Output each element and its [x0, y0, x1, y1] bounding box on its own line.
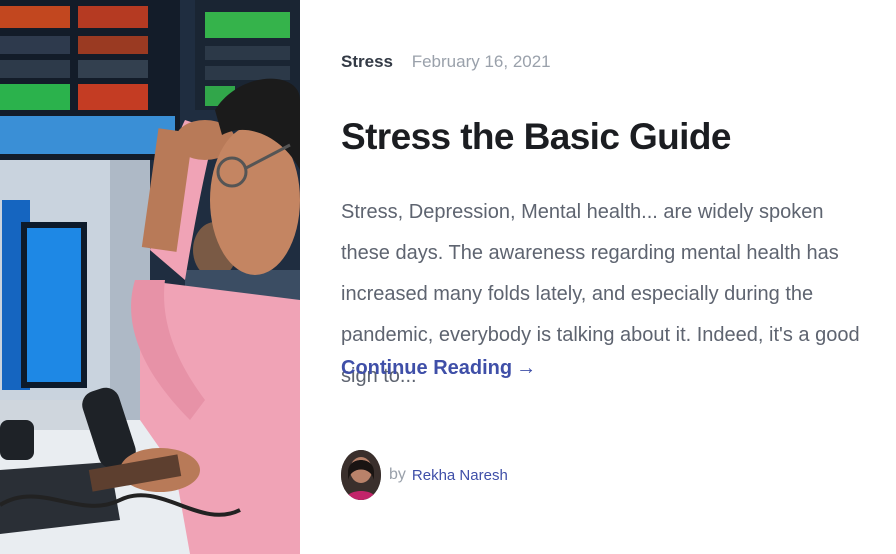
arrow-right-icon: →: [516, 357, 537, 379]
post-meta: Stress February 16, 2021: [341, 52, 551, 72]
author-avatar[interactable]: [341, 450, 381, 500]
by-label: by: [389, 466, 406, 483]
continue-reading-label: Continue Reading: [341, 357, 513, 379]
post-author: by Rekha Naresh: [341, 450, 508, 500]
post-date: February 16, 2021: [411, 52, 551, 71]
continue-reading-link[interactable]: Continue Reading →: [341, 357, 536, 380]
post-title[interactable]: Stress the Basic Guide: [341, 116, 731, 158]
category-link[interactable]: Stress: [341, 52, 393, 71]
featured-image[interactable]: [0, 0, 300, 554]
blog-post-card: Stress February 16, 2021 Stress the Basi…: [0, 0, 896, 554]
author-name-link[interactable]: Rekha Naresh: [412, 467, 508, 484]
